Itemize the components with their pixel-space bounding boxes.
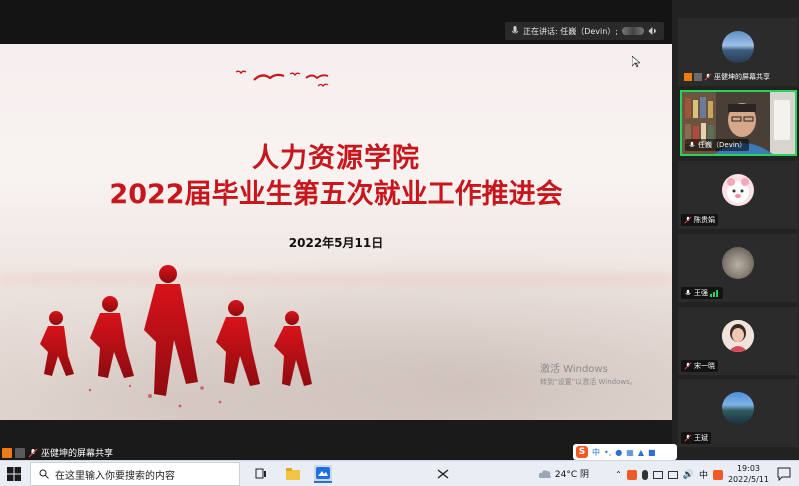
mic-muted-icon	[704, 73, 712, 81]
taskbar-search-box[interactable]: 在这里输入你要搜索的内容	[30, 462, 240, 486]
search-icon	[39, 469, 49, 479]
participant-name: 王斌	[694, 434, 708, 442]
meeting-app-icon[interactable]	[314, 465, 332, 483]
mic-tray-icon[interactable]	[641, 469, 648, 480]
speaking-text: 正在讲话: 任巍（Devin）;	[522, 26, 618, 36]
slide-date: 2022年5月11日	[288, 236, 384, 250]
share-top-bar: 正在讲话: 任巍（Devin）;	[0, 0, 672, 44]
speaking-avatars-icon	[622, 27, 644, 35]
participant-name: 王强	[694, 289, 708, 297]
weather-text: 24°C 阴	[554, 470, 589, 480]
signal-bars-icon	[710, 290, 718, 297]
tray-icons: ⌃ 🔊 中	[615, 468, 723, 481]
clock-time: 19:03	[736, 464, 761, 473]
participant-card[interactable]: 宋一晓	[678, 307, 798, 375]
ime-mode-label[interactable]: 中	[592, 447, 600, 458]
network-icon[interactable]	[667, 470, 678, 479]
participant-name: 宋一晓	[694, 362, 715, 370]
cartoon-avatar	[722, 174, 754, 206]
keyboard-icon[interactable]: ▦	[626, 448, 634, 457]
cloud-icon	[538, 469, 551, 478]
participant-name: 任巍（Devin）	[698, 141, 747, 149]
sogou-tray-icon[interactable]	[626, 469, 637, 480]
file-explorer-icon[interactable]	[284, 465, 302, 483]
user-icon	[684, 73, 692, 81]
notification-icon[interactable]	[777, 467, 791, 481]
mic-icon	[511, 26, 519, 34]
participant-label: 宋一晓	[681, 360, 718, 372]
ime-toolbar[interactable]: S 中 •, ● ▦ ▲ ■	[573, 444, 677, 460]
screen-share-label-text: 巫健坤的屏幕共享	[41, 449, 114, 459]
meeting-window: 正在讲话: 任巍（Devin）; 人力资源学院 2022届毕业生第五次就业工作推…	[0, 0, 799, 486]
toolbox-icon[interactable]: ■	[648, 448, 656, 457]
skin-icon[interactable]: ▲	[638, 448, 644, 457]
activate-windows-line2: 转到“设置”以激活 Windows。	[540, 378, 637, 386]
mic-muted-icon	[684, 216, 692, 224]
screen-share-label[interactable]: 巫健坤的屏幕共享	[2, 446, 113, 459]
speaking-wave-icon	[648, 27, 656, 35]
display-tray-icon[interactable]	[652, 470, 663, 479]
lake-avatar	[722, 392, 754, 424]
participant-card-share[interactable]: 巫健坤的屏幕共享	[678, 18, 798, 86]
participant-name: 巫健坤的屏幕共享	[714, 73, 770, 81]
chevron-up-icon[interactable]: ⌃	[615, 470, 622, 479]
participant-label: 王强	[681, 287, 723, 299]
participant-name: 陈贵娟	[694, 216, 715, 224]
mic-muted-icon	[684, 434, 692, 442]
birds-illustration	[235, 70, 329, 88]
screen-share-icon	[694, 73, 702, 81]
windows-start-icon[interactable]	[6, 466, 22, 482]
moon-avatar	[722, 247, 754, 279]
mic-muted-icon	[684, 362, 692, 370]
windows-taskbar: 在这里输入你要搜索的内容 24°C 阴 ⌃ 🔊 中 19:03 2022/5/1…	[0, 460, 799, 486]
weather-widget[interactable]: 24°C 阴	[538, 467, 589, 480]
voice-input-icon[interactable]: ●	[615, 448, 622, 457]
mic-icon	[685, 289, 691, 295]
participant-label: 王斌	[681, 432, 711, 444]
search-placeholder: 在这里输入你要搜索的内容	[55, 470, 175, 482]
taskbar-clock[interactable]: 19:03 2022/5/11	[728, 463, 769, 485]
photo-avatar	[722, 320, 754, 352]
participant-label: 巫健坤的屏幕共享	[681, 71, 773, 83]
shared-slide: 人力资源学院 2022届毕业生第五次就业工作推进会 2022年5月11日 激活 …	[0, 44, 672, 420]
activate-windows-line1: 激活 Windows	[540, 364, 608, 375]
participant-label: 陈贵娟	[681, 214, 718, 226]
participant-card[interactable]: 王强	[678, 234, 798, 302]
punctuation-icon[interactable]: •,	[604, 448, 611, 457]
runners-illustration	[40, 265, 312, 408]
task-view-icon[interactable]	[252, 465, 270, 483]
user-icon	[2, 447, 12, 458]
slide-title-line1: 人力资源学院	[252, 143, 420, 174]
screen-share-icon	[15, 447, 25, 458]
speaking-indicator: 正在讲话: 任巍（Devin）;	[504, 22, 664, 40]
sogou-s-icon[interactable]	[713, 469, 723, 480]
ime-tray-label[interactable]: 中	[699, 468, 708, 481]
participant-card-active-speaker[interactable]: 任巍（Devin）	[680, 90, 797, 156]
mic-muted-icon	[28, 448, 38, 457]
participant-label: 任巍（Devin）	[685, 139, 750, 151]
participant-card[interactable]: 陈贵娟	[678, 161, 798, 229]
landscape-avatar	[722, 31, 754, 63]
volume-icon[interactable]: 🔊	[683, 470, 694, 480]
slide-title-line2: 2022届毕业生第五次就业工作推进会	[109, 179, 563, 210]
app-icon[interactable]	[434, 465, 452, 483]
participant-card[interactable]: 王斌	[678, 379, 798, 447]
activate-windows-watermark: 激活 Windows 转到“设置”以激活 Windows。	[540, 360, 637, 387]
mic-icon	[689, 141, 695, 147]
mouse-cursor-icon	[632, 56, 640, 68]
sogou-logo-icon: S	[576, 446, 588, 458]
clock-date: 2022/5/11	[727, 475, 769, 484]
